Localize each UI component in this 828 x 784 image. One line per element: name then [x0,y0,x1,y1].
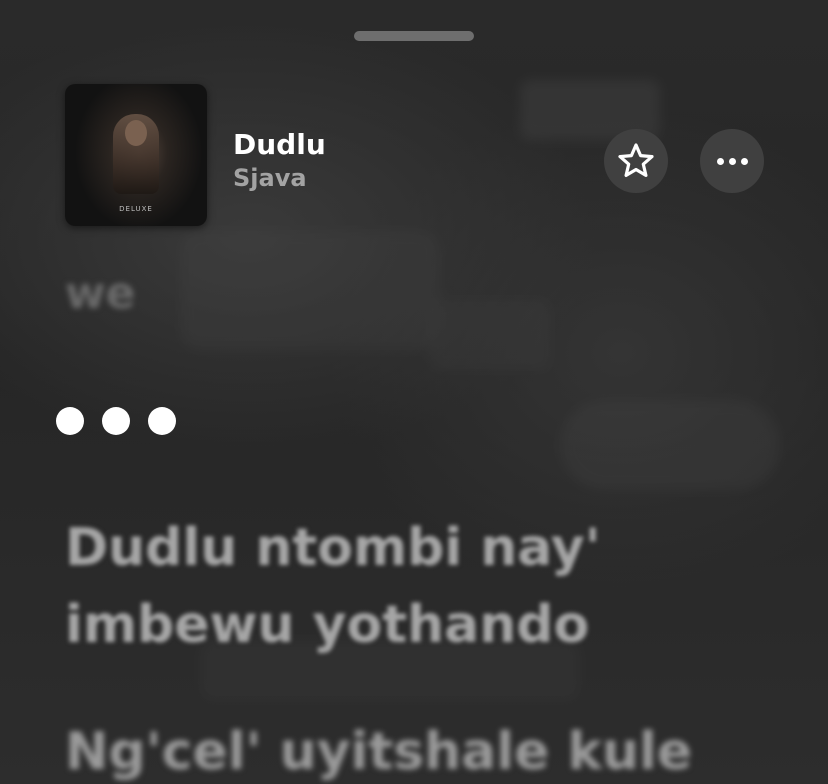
now-playing-header: DELUXE Dudlu Sjava [0,0,828,240]
lyric-upcoming-line[interactable]: Dudlu ntombi nay' [65,518,601,578]
album-artwork[interactable]: DELUXE [65,84,207,226]
song-title[interactable]: Dudlu [233,128,326,161]
ellipsis-icon [714,157,750,165]
lyric-previous-line[interactable]: we [65,268,136,319]
star-outline-icon [618,143,654,177]
interlude-dot [56,407,84,435]
lyric-upcoming-line[interactable]: imbewu yothando [65,595,589,655]
interlude-dot [102,407,130,435]
interlude-indicator [56,407,176,435]
song-artist[interactable]: Sjava [233,164,307,192]
artwork-face [125,120,147,146]
interlude-dot [148,407,176,435]
lyric-upcoming-line[interactable]: Ng'cel' uyitshale kule [65,722,692,782]
favorite-button[interactable] [604,129,668,193]
artwork-label: DELUXE [119,205,153,213]
lyrics-screen: DELUXE Dudlu Sjava we Dudlu ntombi nay' … [0,0,828,784]
more-options-button[interactable] [700,129,764,193]
